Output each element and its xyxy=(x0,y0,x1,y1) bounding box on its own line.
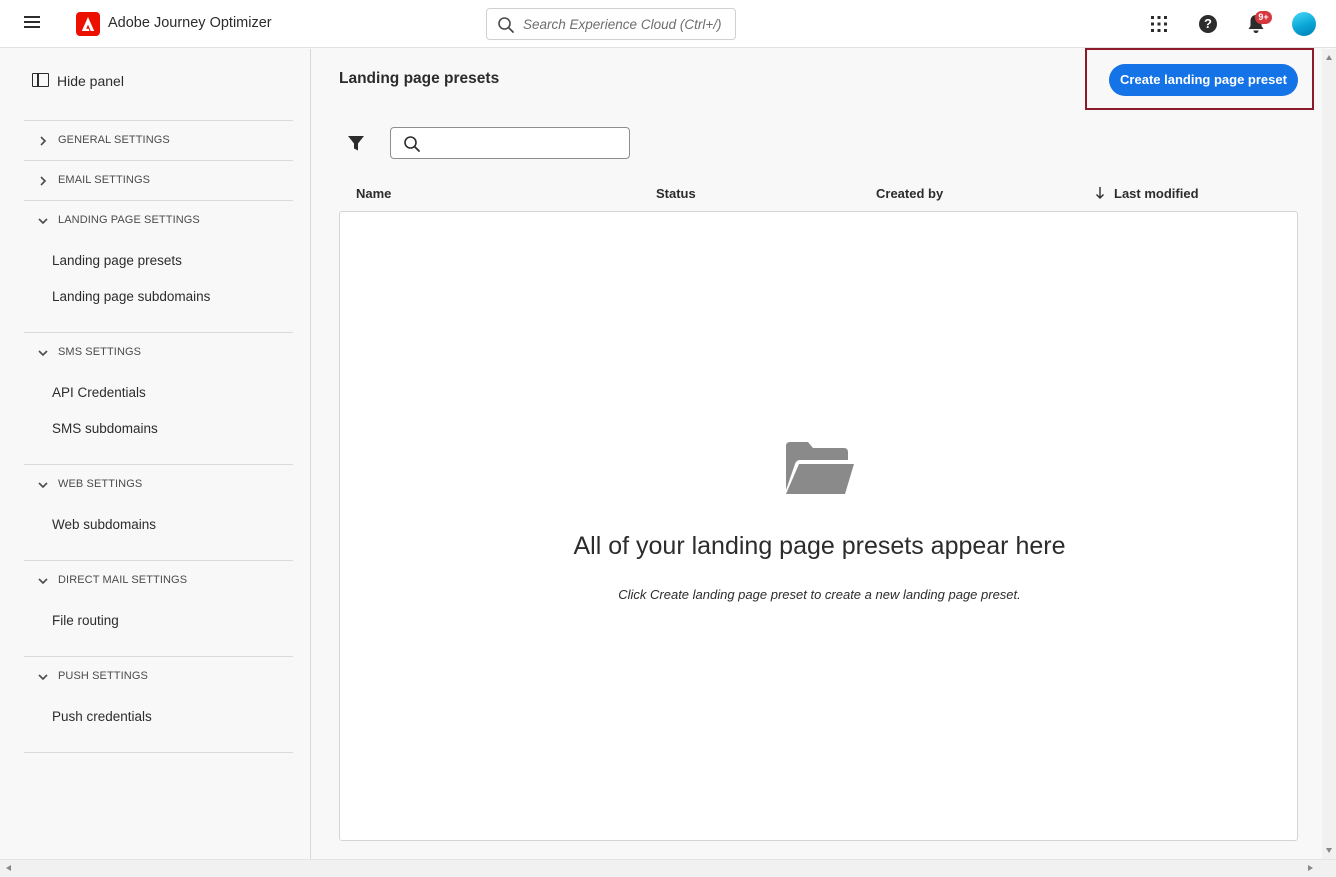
divider xyxy=(24,160,293,161)
divider xyxy=(24,752,293,753)
sidebar: Hide panel GENERAL SETTINGS EMAIL SETTIN… xyxy=(0,49,311,859)
section-label: PUSH SETTINGS xyxy=(58,670,148,682)
sort-descending-icon[interactable] xyxy=(1095,186,1105,200)
chevron-right-icon xyxy=(40,136,47,146)
divider xyxy=(24,200,293,201)
section-label: EMAIL SETTINGS xyxy=(58,174,151,186)
main-content: Landing page presets Create landing page… xyxy=(312,48,1322,859)
global-search-input[interactable]: Search Experience Cloud (Ctrl+/) xyxy=(486,8,736,40)
section-email-settings[interactable]: EMAIL SETTINGS xyxy=(36,171,286,191)
create-landing-page-preset-button[interactable]: Create landing page preset xyxy=(1109,64,1298,96)
column-header-name[interactable]: Name xyxy=(356,186,391,201)
divider xyxy=(24,560,293,561)
empty-state-panel: All of your landing page presets appear … xyxy=(339,211,1298,841)
sidebar-item-sms-subdomains[interactable]: SMS subdomains xyxy=(52,421,158,436)
divider xyxy=(24,120,293,121)
chevron-down-icon xyxy=(38,482,48,489)
top-bar: Adobe Journey Optimizer Search Experienc… xyxy=(0,0,1336,48)
sidebar-item-file-routing[interactable]: File routing xyxy=(52,613,119,628)
avatar[interactable] xyxy=(1292,12,1316,36)
section-direct-mail-settings[interactable]: DIRECT MAIL SETTINGS xyxy=(36,571,286,591)
filter-icon[interactable] xyxy=(347,134,365,152)
hamburger-menu-icon[interactable] xyxy=(24,16,40,30)
sidebar-item-api-credentials[interactable]: API Credentials xyxy=(52,385,146,400)
sidebar-item-landing-page-presets[interactable]: Landing page presets xyxy=(52,253,182,268)
chevron-right-icon xyxy=(40,176,47,186)
apps-grid-icon[interactable] xyxy=(1151,16,1167,32)
section-general-settings[interactable]: GENERAL SETTINGS xyxy=(36,131,286,151)
scroll-left-icon[interactable] xyxy=(6,865,11,871)
column-header-created-by[interactable]: Created by xyxy=(876,186,943,201)
chevron-down-icon xyxy=(38,350,48,357)
section-push-settings[interactable]: PUSH SETTINGS xyxy=(36,667,286,687)
sidebar-item-web-subdomains[interactable]: Web subdomains xyxy=(52,517,156,532)
horizontal-scrollbar[interactable] xyxy=(0,859,1336,877)
divider xyxy=(24,656,293,657)
search-icon xyxy=(498,17,514,33)
chevron-down-icon xyxy=(38,578,48,585)
scroll-up-icon[interactable] xyxy=(1326,55,1332,60)
section-web-settings[interactable]: WEB SETTINGS xyxy=(36,475,286,495)
chevron-down-icon xyxy=(38,218,48,225)
scroll-right-icon[interactable] xyxy=(1308,865,1313,871)
folder-icon xyxy=(786,442,854,494)
column-header-last-modified[interactable]: Last modified xyxy=(1114,186,1199,201)
page-title: Landing page presets xyxy=(339,70,500,87)
chevron-down-icon xyxy=(38,674,48,681)
notification-badge: 9+ xyxy=(1255,11,1272,24)
help-icon[interactable]: ? xyxy=(1199,15,1217,33)
search-icon xyxy=(404,136,420,152)
divider xyxy=(24,464,293,465)
column-header-status[interactable]: Status xyxy=(656,186,696,201)
section-label: WEB SETTINGS xyxy=(58,478,143,490)
empty-state-title: All of your landing page presets appear … xyxy=(573,532,1066,560)
divider xyxy=(24,332,293,333)
panel-icon xyxy=(32,73,49,87)
search-placeholder: Search Experience Cloud (Ctrl+/) xyxy=(523,17,722,32)
table-search-input[interactable] xyxy=(390,127,630,159)
sidebar-item-landing-page-subdomains[interactable]: Landing page subdomains xyxy=(52,289,210,304)
hide-panel-label: Hide panel xyxy=(57,73,124,89)
section-sms-settings[interactable]: SMS SETTINGS xyxy=(36,343,286,363)
section-label: LANDING PAGE SETTINGS xyxy=(58,214,200,226)
section-label: DIRECT MAIL SETTINGS xyxy=(58,574,188,586)
adobe-logo-icon[interactable] xyxy=(76,12,100,36)
section-label: GENERAL SETTINGS xyxy=(58,134,170,146)
scroll-down-icon[interactable] xyxy=(1326,848,1332,853)
section-label: SMS SETTINGS xyxy=(58,346,142,358)
vertical-scrollbar[interactable] xyxy=(1322,49,1336,859)
sidebar-item-push-credentials[interactable]: Push credentials xyxy=(52,709,152,724)
section-landing-page-settings[interactable]: LANDING PAGE SETTINGS xyxy=(36,211,286,231)
app-title[interactable]: Adobe Journey Optimizer xyxy=(108,15,272,31)
empty-state-description: Click Create landing page preset to crea… xyxy=(618,587,1021,602)
